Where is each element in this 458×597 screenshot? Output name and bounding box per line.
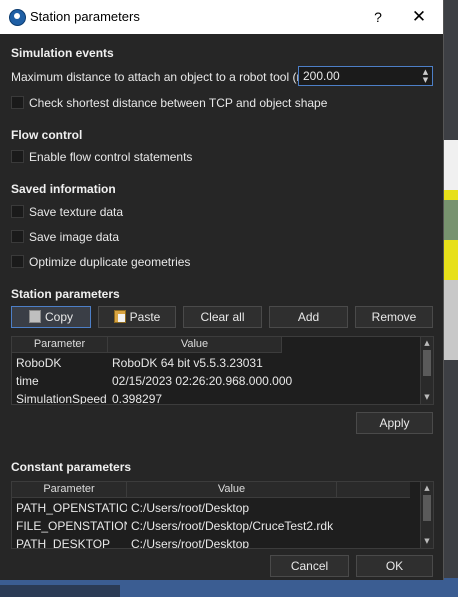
station-table-scrollbar[interactable]: ▲ ▼	[420, 337, 433, 404]
paste-button[interactable]: Paste	[98, 306, 176, 328]
table-header: Parameter Value	[12, 482, 410, 498]
scroll-up-icon[interactable]: ▲	[421, 482, 433, 494]
constant-parameters-heading: Constant parameters	[11, 460, 132, 474]
remove-button[interactable]: Remove	[355, 306, 433, 328]
window-title: Station parameters	[30, 9, 140, 24]
background-panel	[443, 140, 458, 190]
check-shortest-label: Check shortest distance between TCP and …	[29, 96, 328, 110]
scroll-thumb[interactable]	[423, 495, 431, 521]
background-taskbar-dark	[0, 585, 120, 597]
station-parameters-table[interactable]: Parameter Value RoboDK RoboDK 64 bit v5.…	[11, 336, 434, 405]
background-panel-2	[443, 280, 458, 360]
spin-down-icon[interactable]: ▼	[420, 76, 431, 84]
value-cell[interactable]: RoboDK 64 bit v5.5.3.23031	[108, 354, 308, 372]
saved-information-heading: Saved information	[11, 182, 116, 196]
column-header-value[interactable]: Value	[108, 337, 282, 353]
add-button[interactable]: Add	[269, 306, 348, 328]
ok-button[interactable]: OK	[356, 555, 433, 577]
background-object-shade	[443, 200, 458, 240]
flow-control-heading: Flow control	[11, 128, 83, 142]
paste-button-label: Paste	[129, 310, 161, 324]
constant-table-scrollbar[interactable]: ▲ ▼	[420, 482, 433, 548]
optimize-geometries-checkbox[interactable]	[11, 255, 24, 268]
value-cell[interactable]: 02/15/2023 02:26:20.968.000.000	[108, 372, 308, 390]
spinbox-arrows[interactable]: ▲ ▼	[420, 68, 431, 84]
save-texture-label: Save texture data	[29, 205, 124, 219]
cancel-button[interactable]: Cancel	[270, 555, 349, 577]
apply-button[interactable]: Apply	[356, 412, 433, 434]
paste-icon	[113, 310, 126, 323]
parameter-cell[interactable]: PATH_DESKTOP	[12, 535, 127, 548]
scroll-down-icon[interactable]: ▼	[421, 391, 433, 403]
scroll-down-icon[interactable]: ▼	[421, 535, 433, 547]
column-header-parameter[interactable]: Parameter	[12, 337, 108, 353]
copy-button-label: Copy	[44, 310, 73, 324]
save-image-checkbox[interactable]	[11, 230, 24, 243]
help-button[interactable]: ?	[368, 7, 388, 27]
station-parameters-heading: Station parameters	[11, 287, 120, 301]
simulation-events-heading: Simulation events	[11, 46, 114, 60]
column-header-parameter[interactable]: Parameter	[12, 482, 127, 498]
table-header: Parameter Value	[12, 337, 282, 353]
save-image-label: Save image data	[29, 230, 120, 244]
clear-all-button[interactable]: Clear all	[183, 306, 262, 328]
title-bar[interactable]: Station parameters ? ✕	[0, 0, 443, 34]
max-distance-value[interactable]: 200.00	[303, 69, 340, 83]
constant-parameters-table[interactable]: Parameter Value PATH_OPENSTATION C:/User…	[11, 481, 434, 549]
parameter-cell[interactable]: time	[12, 372, 108, 390]
copy-button[interactable]: Copy	[11, 306, 91, 328]
parameter-cell[interactable]: RoboDK	[12, 354, 108, 372]
robodk-logo-icon	[9, 9, 26, 26]
spin-up-icon[interactable]: ▲	[420, 68, 431, 76]
value-cell[interactable]: C:/Users/root/Desktop/CruceTest2.rdk	[127, 517, 407, 535]
value-cell[interactable]: C:/Users/root/Desktop	[127, 535, 407, 548]
max-distance-label: Maximum distance to attach an object to …	[11, 70, 321, 84]
value-cell[interactable]: C:/Users/root/Desktop	[127, 499, 407, 517]
parameter-cell[interactable]: PATH_OPENSTATION	[12, 499, 127, 517]
copy-icon	[28, 310, 41, 323]
column-header-value[interactable]: Value	[127, 482, 337, 498]
scroll-thumb[interactable]	[423, 350, 431, 376]
check-shortest-checkbox[interactable]	[11, 96, 24, 109]
enable-flow-label: Enable flow control statements	[29, 150, 193, 164]
scroll-up-icon[interactable]: ▲	[421, 337, 433, 349]
max-distance-spinbox[interactable]: 200.00 ▲ ▼	[298, 66, 433, 86]
save-texture-checkbox[interactable]	[11, 205, 24, 218]
enable-flow-checkbox[interactable]	[11, 150, 24, 163]
parameter-cell[interactable]: SimulationSpeed	[12, 390, 108, 404]
optimize-geometries-label: Optimize duplicate geometries	[29, 255, 191, 269]
parameter-cell[interactable]: FILE_OPENSTATION	[12, 517, 127, 535]
station-parameters-dialog: Station parameters ? ✕ Simulation events…	[0, 0, 444, 580]
close-button[interactable]: ✕	[404, 7, 434, 27]
value-cell[interactable]: 0.398297	[108, 390, 308, 404]
